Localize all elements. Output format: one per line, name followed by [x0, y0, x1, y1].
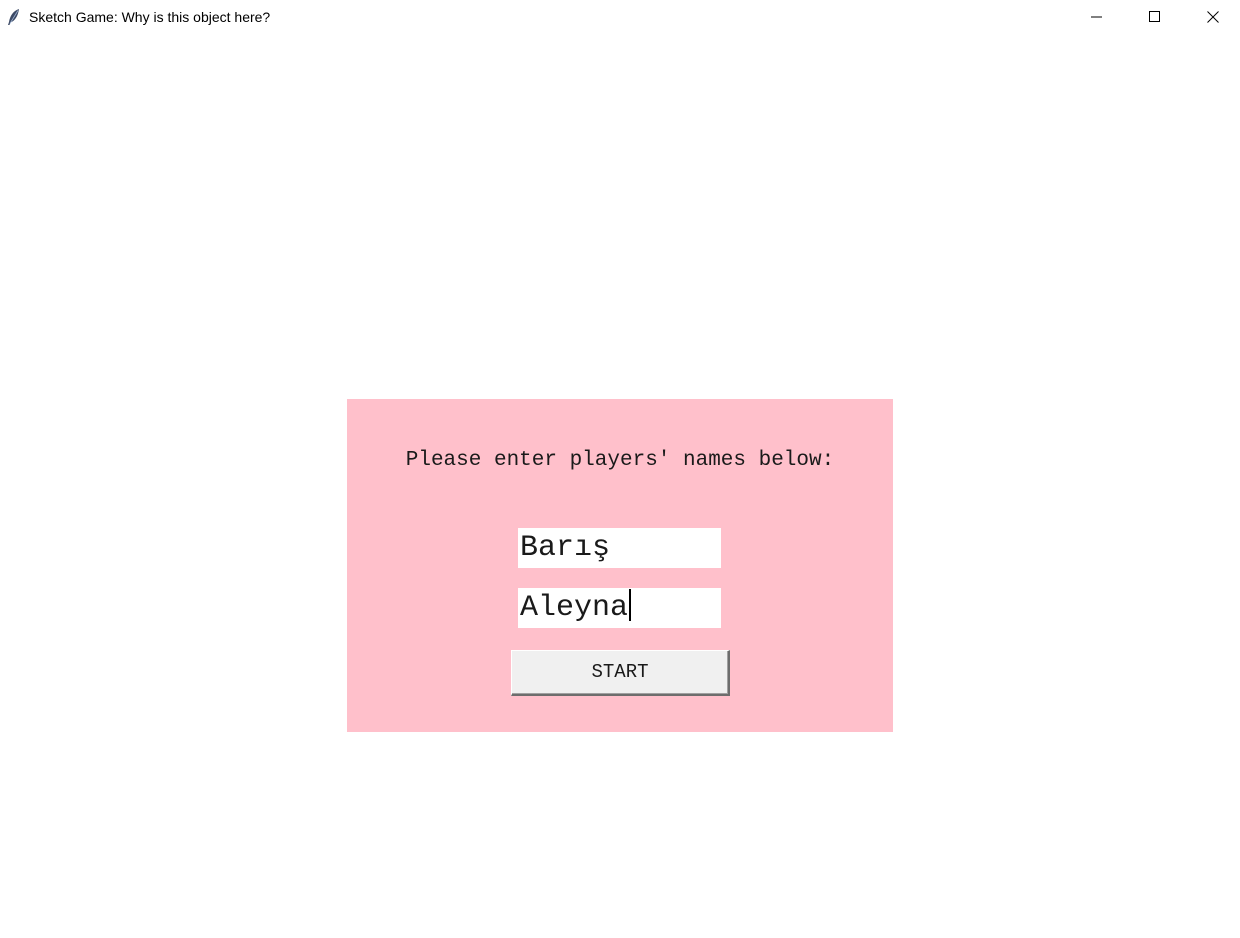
close-button[interactable] — [1184, 0, 1240, 34]
window-title: Sketch Game: Why is this object here? — [29, 9, 271, 25]
player1-name-value: Barış — [520, 531, 611, 565]
minimize-icon — [1091, 16, 1102, 18]
app-window: Sketch Game: Why is this object here? Pl… — [0, 0, 1240, 938]
feather-icon — [7, 8, 21, 26]
start-button[interactable]: START — [511, 650, 730, 696]
player-names-panel: Please enter players' names below: Barış… — [347, 399, 893, 732]
maximize-icon — [1149, 11, 1160, 22]
title-bar[interactable]: Sketch Game: Why is this object here? — [0, 0, 1240, 34]
player1-name-input[interactable]: Barış — [518, 528, 721, 568]
player2-name-input[interactable]: Aleyna — [518, 588, 721, 628]
close-icon — [1207, 11, 1219, 23]
player2-name-value: Aleyna — [520, 591, 629, 625]
prompt-label: Please enter players' names below: — [405, 449, 835, 472]
maximize-button[interactable] — [1126, 0, 1184, 34]
minimize-button[interactable] — [1068, 0, 1126, 34]
text-caret — [629, 589, 632, 622]
